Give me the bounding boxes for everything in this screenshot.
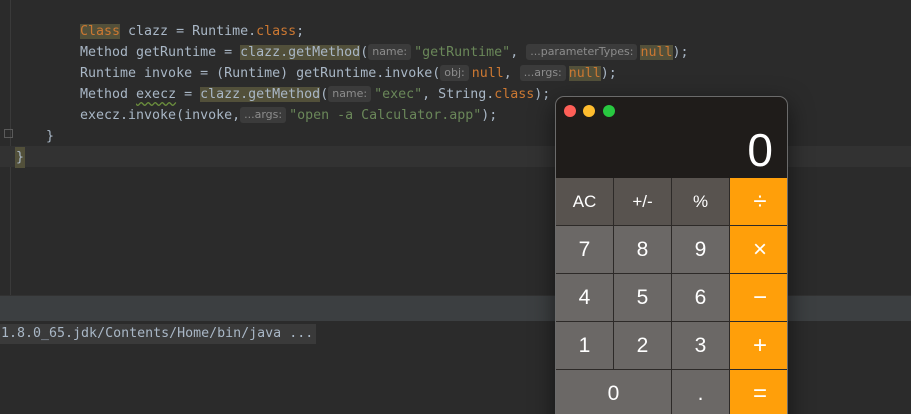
code-token: ( [360, 45, 369, 60]
calculator-display: 0 [747, 124, 773, 176]
key-5[interactable]: 5 [614, 274, 671, 321]
code-token: Runtime invoke = (Runtime) getRuntime.in… [80, 66, 441, 81]
parameter-hint: ...args: [519, 65, 566, 81]
key-6[interactable]: 6 [672, 274, 729, 321]
code-token: ); [672, 45, 689, 60]
method-call-token: clazz.getMethod [240, 45, 361, 60]
code-line-3[interactable]: Runtime invoke = (Runtime) getRuntime.in… [80, 63, 617, 84]
parameter-hint: ...parameterTypes: [526, 44, 638, 60]
string-token: "getRuntime" [414, 45, 511, 60]
code-line-4[interactable]: Method execz = clazz.getMethod(name: "exe… [80, 84, 550, 105]
closing-brace-outer: } [15, 147, 26, 168]
code-token: ( [320, 87, 329, 102]
minimize-window-button[interactable] [583, 105, 595, 117]
key-clear[interactable]: AC [556, 178, 613, 225]
keyword-token: null [640, 45, 673, 60]
string-token: "open -a Calculator.app" [289, 108, 482, 123]
variable-token: execz [136, 87, 177, 102]
key-4[interactable]: 4 [556, 274, 613, 321]
keyword-token: null [471, 66, 504, 81]
key-divide[interactable]: ÷ [730, 178, 787, 225]
code-line-5[interactable]: execz.invoke(invoke, ...args: "open -a Cal… [80, 105, 497, 126]
keyword-token: class [494, 87, 535, 102]
key-decimal[interactable]: . [672, 370, 729, 414]
key-subtract[interactable]: − [730, 274, 787, 321]
code-token: clazz = Runtime. [120, 24, 257, 39]
code-token: ); [600, 66, 617, 81]
code-token: , [510, 45, 527, 60]
close-window-button[interactable] [564, 105, 576, 117]
key-8[interactable]: 8 [614, 226, 671, 273]
key-add[interactable]: + [730, 322, 787, 369]
keyword-token: null [568, 66, 601, 81]
code-token: ); [481, 108, 498, 123]
key-7[interactable]: 7 [556, 226, 613, 273]
key-equals[interactable]: = [730, 370, 787, 414]
calculator-titlebar[interactable] [556, 97, 787, 125]
parameter-hint: name: [368, 44, 412, 60]
code-token: Method getRuntime = [80, 45, 241, 60]
code-token: Method [80, 87, 137, 102]
zoom-window-button[interactable] [603, 105, 615, 117]
key-percent[interactable]: % [672, 178, 729, 225]
key-1[interactable]: 1 [556, 322, 613, 369]
key-3[interactable]: 3 [672, 322, 729, 369]
string-token: "exec" [374, 87, 423, 102]
parameter-hint: ...args: [240, 107, 287, 123]
keyword-token: Class [80, 24, 121, 39]
code-token: execz.invoke(invoke, [80, 108, 241, 123]
code-token: , [503, 66, 520, 81]
key-2[interactable]: 2 [614, 322, 671, 369]
code-token: = [176, 87, 201, 102]
key-0[interactable]: 0 [556, 370, 671, 414]
key-multiply[interactable]: × [730, 226, 787, 273]
console-command-line[interactable]: 1.8.0_65.jdk/Contents/Home/bin/java ... [0, 324, 317, 344]
code-token: ); [534, 87, 551, 102]
code-line-1[interactable]: Class clazz = Runtime.class; [80, 21, 304, 42]
method-call-token: clazz.getMethod [200, 87, 321, 102]
keyword-token: class [256, 24, 297, 39]
key-sign[interactable]: +/- [614, 178, 671, 225]
key-9[interactable]: 9 [672, 226, 729, 273]
calculator-keypad: AC +/- % ÷ 7 8 9 × 4 5 6 − 1 2 3 + 0 . = [556, 178, 787, 414]
fold-marker-icon[interactable] [4, 129, 13, 138]
code-line-2[interactable]: Method getRuntime = clazz.getMethod(name… [80, 42, 689, 63]
calculator-window[interactable]: 0 AC +/- % ÷ 7 8 9 × 4 5 6 − 1 2 3 + 0 .… [555, 96, 788, 414]
closing-brace: } [46, 129, 55, 144]
parameter-hint: name: [328, 86, 372, 102]
code-token: ; [296, 24, 305, 39]
code-token: , String. [422, 87, 495, 102]
parameter-hint: obj: [440, 65, 469, 81]
